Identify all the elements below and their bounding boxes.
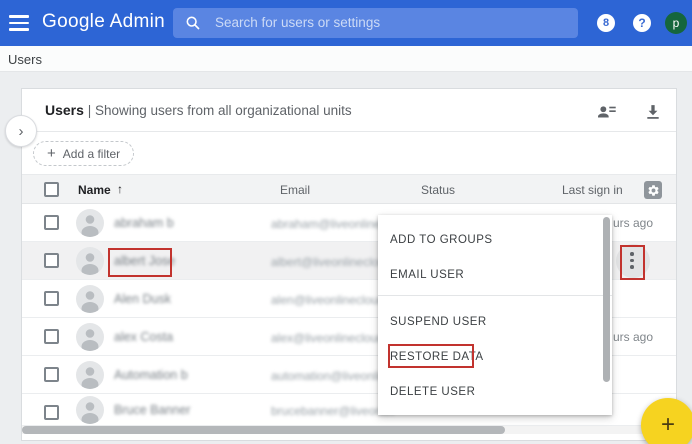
horizontal-scrollbar-track[interactable] bbox=[22, 426, 676, 434]
card-title-row: Users | Showing users from all organizat… bbox=[45, 102, 352, 118]
menu-divider bbox=[378, 295, 612, 296]
user-avatar-icon bbox=[76, 361, 104, 389]
column-header-email[interactable]: Email bbox=[280, 183, 310, 197]
user-email: albert@liveonlinecloud bbox=[271, 255, 392, 269]
menu-item-email-user[interactable]: EMAIL USER bbox=[390, 265, 464, 285]
add-filter-chip[interactable]: + Add a filter bbox=[33, 141, 134, 166]
user-name[interactable]: albert Jose bbox=[114, 254, 175, 268]
last-sign-in: urs ago bbox=[613, 330, 653, 344]
row-checkbox[interactable] bbox=[44, 367, 59, 382]
column-header-status[interactable]: Status bbox=[421, 183, 455, 197]
menu-scrollbar-thumb[interactable] bbox=[603, 217, 610, 382]
expand-panel-button[interactable]: › bbox=[5, 115, 37, 147]
add-user-icon bbox=[596, 101, 618, 123]
user-avatar-icon bbox=[76, 209, 104, 237]
user-actions-context-menu: ADD TO GROUPS EMAIL USER SUSPEND USER RE… bbox=[378, 215, 612, 415]
plus-icon: + bbox=[47, 145, 56, 162]
horizontal-scrollbar-thumb[interactable] bbox=[22, 426, 505, 434]
user-email: brucebanner@liveonlin bbox=[271, 404, 394, 418]
row-checkbox[interactable] bbox=[44, 405, 59, 420]
title-separator: | bbox=[88, 103, 92, 118]
avatar-initial: p bbox=[673, 16, 680, 30]
plus-icon: + bbox=[661, 411, 675, 439]
add-user-button[interactable] bbox=[596, 101, 618, 123]
app-title[interactable]: Google Admin bbox=[42, 11, 165, 33]
menu-item-suspend-user[interactable]: SUSPEND USER bbox=[390, 312, 487, 332]
row-checkbox[interactable] bbox=[44, 329, 59, 344]
page-title: Users bbox=[45, 102, 84, 118]
user-name[interactable]: alex Costa bbox=[114, 330, 173, 344]
breadcrumb-bar: Users bbox=[0, 46, 692, 72]
manage-columns-button[interactable] bbox=[644, 181, 662, 199]
search-input[interactable]: Search for users or settings bbox=[173, 8, 578, 38]
user-avatar-icon bbox=[76, 247, 104, 275]
user-avatar-icon bbox=[76, 323, 104, 351]
kebab-menu-icon bbox=[630, 252, 634, 272]
card-divider bbox=[22, 131, 676, 132]
row-checkbox[interactable] bbox=[44, 291, 59, 306]
column-header-name[interactable]: Name bbox=[78, 183, 111, 197]
column-header-last-sign-in[interactable]: Last sign in bbox=[562, 183, 623, 197]
download-icon bbox=[642, 101, 664, 123]
notifications-button[interactable]: 8 bbox=[597, 14, 615, 32]
account-avatar[interactable]: p bbox=[665, 12, 687, 34]
menu-item-restore-data[interactable]: RESTORE DATA bbox=[390, 347, 484, 367]
notification-count: 8 bbox=[603, 17, 609, 29]
add-filter-label: Add a filter bbox=[63, 147, 120, 161]
row-checkbox[interactable] bbox=[44, 215, 59, 230]
user-avatar-icon bbox=[76, 285, 104, 313]
table-header-row: Name ↑ Email Status Last sign in bbox=[22, 174, 676, 204]
row-actions-button[interactable] bbox=[616, 244, 650, 278]
help-button[interactable]: ? bbox=[633, 14, 651, 32]
search-placeholder: Search for users or settings bbox=[215, 15, 380, 30]
menu-item-delete-user[interactable]: DELETE USER bbox=[390, 382, 475, 402]
breadcrumb[interactable]: Users bbox=[8, 52, 42, 67]
page-subtitle: Showing users from all organizational un… bbox=[95, 103, 352, 118]
download-users-button[interactable] bbox=[642, 101, 664, 123]
user-avatar-icon bbox=[76, 396, 104, 424]
user-email: alex@liveonlinecloud.i bbox=[271, 331, 390, 345]
sort-ascending-icon[interactable]: ↑ bbox=[117, 182, 123, 196]
select-all-checkbox[interactable] bbox=[44, 182, 59, 197]
add-user-fab[interactable]: + bbox=[641, 398, 692, 444]
user-email: automation@liveonline bbox=[271, 369, 393, 383]
menu-item-add-to-groups[interactable]: ADD TO GROUPS bbox=[390, 230, 493, 250]
row-checkbox[interactable] bbox=[44, 253, 59, 268]
top-app-bar: Google Admin Search for users or setting… bbox=[0, 0, 692, 46]
last-sign-in: urs ago bbox=[613, 216, 653, 230]
user-name[interactable]: abraham b bbox=[114, 216, 174, 230]
gear-icon bbox=[647, 184, 660, 197]
search-icon bbox=[185, 15, 201, 31]
user-name[interactable]: Alen Dusk bbox=[114, 292, 171, 306]
hamburger-menu-icon[interactable] bbox=[9, 15, 29, 31]
user-name[interactable]: Bruce Banner bbox=[114, 403, 190, 417]
user-name[interactable]: Automation b bbox=[114, 368, 188, 382]
google-admin-users-page: Google Admin Search for users or setting… bbox=[0, 0, 692, 444]
help-icon: ? bbox=[638, 16, 645, 30]
chevron-right-icon: › bbox=[19, 123, 24, 140]
